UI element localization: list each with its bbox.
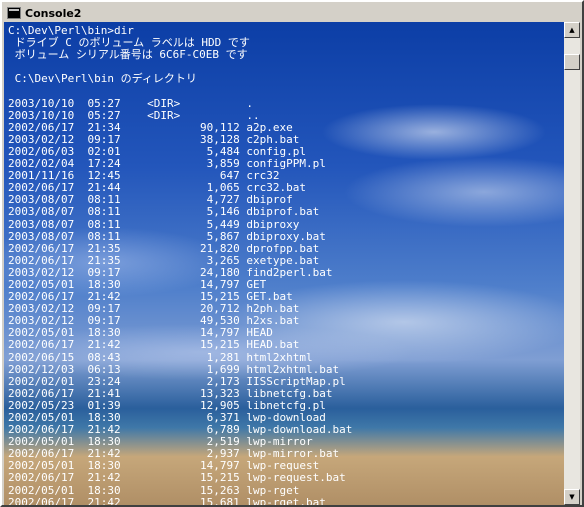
- console-line: 2002/06/15 08:43 1,281 html2xhtml: [8, 350, 313, 364]
- console-line: 2003/08/07 08:11 5,449 dbiproxy: [8, 217, 300, 231]
- console-output-area[interactable]: C:\Dev\Perl\bin>dir ドライブ C のボリューム ラベルは H…: [4, 22, 564, 505]
- console-window: Console2 C:\Dev\Perl\bin>dir ドライブ C のボリュ…: [0, 0, 584, 507]
- console-output-text: C:\Dev\Perl\bin>dir ドライブ C のボリューム ラベルは H…: [8, 24, 352, 505]
- vertical-scrollbar[interactable]: ▲ ▼: [564, 22, 580, 505]
- console-line: C:\Dev\Perl\bin のディレクトリ: [8, 72, 197, 86]
- console-line: 2003/08/07 08:11 5,146 dbiprof.bat: [8, 205, 320, 219]
- console-line: 2002/06/17 21:42 15,215 lwp-request.bat: [8, 471, 346, 485]
- window-title: Console2: [25, 6, 82, 20]
- console-line: 2003/10/10 05:27 <DIR> ..: [8, 108, 260, 122]
- console-line: 2002/02/01 23:24 2,173 IISScriptMap.pl: [8, 374, 346, 388]
- console-line: 2002/06/17 21:35 21,820 dprofpp.bat: [8, 241, 320, 255]
- console-line: 2002/12/03 06:13 1,699 html2xhtml.bat: [8, 362, 340, 376]
- console-line: 2003/08/07 08:11 5,867 dbiproxy.bat: [8, 229, 326, 243]
- console-line: 2002/06/17 21:42 15,681 lwp-rget.bat: [8, 495, 326, 505]
- scroll-up-button[interactable]: ▲: [564, 22, 580, 38]
- console-app-icon: [7, 7, 21, 19]
- up-arrow-icon: ▲: [569, 25, 575, 34]
- console-line: ボリューム シリアル番号は 6C6F-C0EB です: [8, 48, 248, 62]
- down-arrow-icon: ▼: [569, 492, 575, 501]
- console-line: 2003/10/10 05:27 <DIR> .: [8, 96, 254, 110]
- console-line: 2002/05/01 18:30 15,263 lwp-rget: [8, 483, 300, 497]
- title-bar[interactable]: Console2: [4, 4, 580, 22]
- scroll-down-button[interactable]: ▼: [564, 489, 580, 505]
- scroll-thumb[interactable]: [564, 54, 580, 70]
- console-line: 2002/06/17 21:42 15,215 HEAD.bat: [8, 338, 300, 352]
